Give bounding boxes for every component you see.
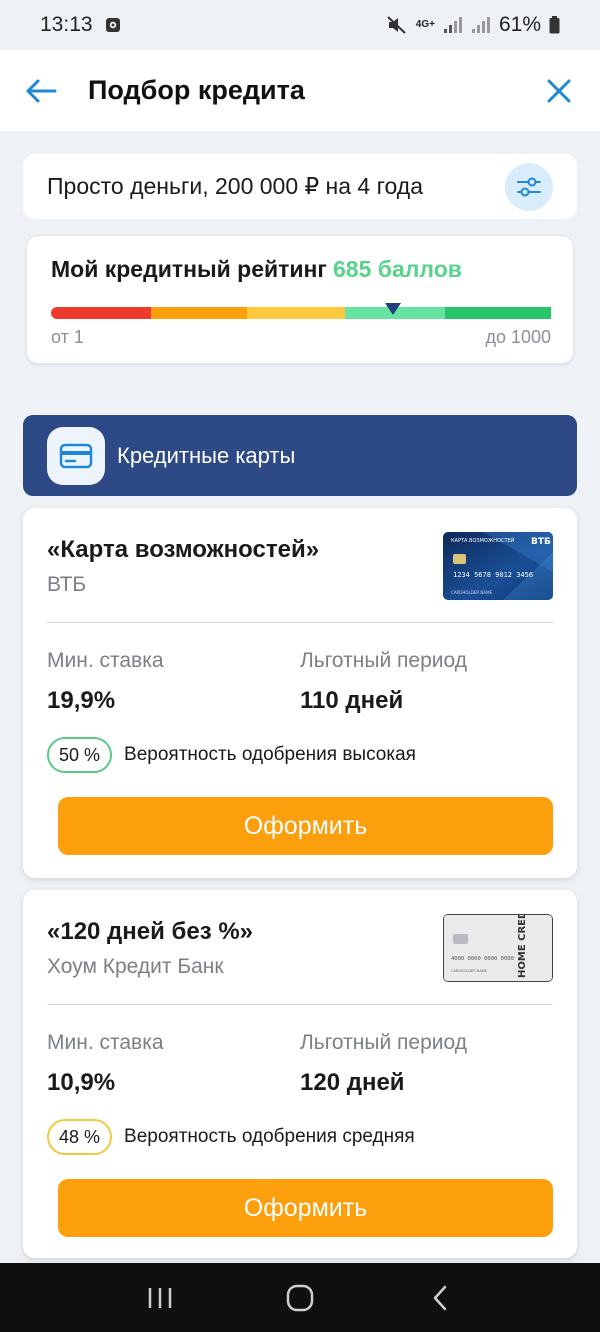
network-type-icon: 4G+	[416, 20, 435, 30]
filter-summary[interactable]: Просто деньги, 200 000 ₽ на 4 года	[23, 154, 577, 219]
approval-probability: 50 % Вероятность одобрения высокая	[47, 735, 553, 775]
min-rate-label: Мин. ставка	[47, 649, 164, 672]
credit-rating-marker-icon	[385, 303, 402, 315]
credit-rating-scale-labels: от 1 до 1000	[51, 327, 551, 348]
category-label: Кредитные карты	[117, 442, 296, 468]
grace-period-stat: Льготный период 110 дней	[300, 649, 553, 735]
credit-rating-title: Мой кредитный рейтинг 685 баллов	[51, 256, 549, 283]
system-navigation-bar	[0, 1263, 600, 1332]
rating-min-label: от 1	[51, 327, 84, 347]
vtb-card-holder: CARDHOLDER NAME	[451, 590, 493, 595]
status-time: 13:13	[40, 13, 93, 36]
category-credit-cards: Кредитные карты	[23, 415, 577, 496]
filter-summary-text: Просто деньги, 200 000 ₽ на 4 года	[47, 173, 423, 199]
arrow-left-icon	[26, 79, 57, 102]
filter-settings-button[interactable]	[505, 162, 553, 211]
vtb-card-image: КАРТА ВОЗМОЖНОСТЕЙ ВТБ 1234 5678 9012 34…	[443, 532, 553, 600]
home-credit-card-image: 4000 0000 0000 0000 CARDHOLDER NAME HOME…	[443, 914, 553, 982]
back-button[interactable]	[24, 74, 58, 108]
offer-card: «120 дней без %» Хоум Кредит Банк 4000 0…	[23, 890, 577, 1258]
home-card-holder: CARDHOLDER NAME	[451, 969, 487, 973]
min-rate-stat: Мин. ставка 19,9%	[47, 649, 300, 735]
approval-text: Вероятность одобрения высокая	[124, 744, 416, 765]
min-rate-stat: Мин. ставка 10,9%	[47, 1031, 300, 1117]
close-icon	[547, 79, 571, 102]
signal-2-icon	[471, 16, 491, 34]
close-button[interactable]	[542, 74, 576, 108]
vtb-card-title: КАРТА ВОЗМОЖНОСТЕЙ	[451, 537, 515, 544]
credit-card-icon	[47, 426, 105, 485]
approval-percent-badge: 48 %	[47, 1119, 113, 1155]
approval-percent-badge: 50 %	[47, 737, 113, 773]
grace-period-value: 110 дней	[300, 687, 404, 714]
app-header: Подбор кредита	[0, 50, 600, 131]
credit-rating-label: Мой кредитный рейтинг	[51, 256, 328, 282]
grace-period-value: 120 дней	[300, 1069, 405, 1096]
rating-max-label: до 1000	[485, 327, 551, 347]
approval-text: Вероятность одобрения средняя	[124, 1126, 415, 1147]
offer-bank: Хоум Кредит Банк	[47, 955, 224, 978]
apply-button[interactable]: Оформить	[58, 1179, 553, 1237]
home-card-number: 4000 0000 0000 0000	[451, 956, 514, 962]
back-nav-button[interactable]	[410, 1273, 470, 1323]
rating-scale-segment	[247, 307, 345, 319]
battery-icon	[549, 16, 560, 34]
page-title: Подбор кредита	[88, 75, 305, 105]
home-button[interactable]	[270, 1273, 330, 1323]
network-type-label: 4G+	[415, 19, 435, 30]
sliders-icon	[517, 177, 541, 196]
offer-name: «Карта возможностей»	[47, 536, 320, 563]
min-rate-label: Мин. ставка	[47, 1031, 164, 1054]
credit-rating-card[interactable]: Мой кредитный рейтинг 685 баллов от 1 до …	[26, 235, 574, 364]
home-card-brand: HOME CREDIT BANK	[517, 914, 528, 978]
vtb-card-brand: ВТБ	[531, 537, 551, 547]
chevron-left-icon	[433, 1285, 447, 1310]
offer-bank: ВТБ	[47, 573, 87, 596]
recent-apps-button[interactable]	[130, 1273, 190, 1323]
signal-icon	[443, 16, 463, 34]
rating-scale-segment	[151, 307, 247, 319]
apply-button[interactable]: Оформить	[58, 797, 553, 855]
home-icon	[286, 1284, 314, 1311]
grace-period-stat: Льготный период 120 дней	[300, 1031, 553, 1117]
battery-percent: 61%	[498, 13, 541, 36]
credit-rating-score: 685 баллов	[333, 256, 462, 282]
recent-apps-icon	[148, 1287, 172, 1308]
grace-period-label: Льготный период	[300, 649, 467, 672]
approval-probability: 48 % Вероятность одобрения средняя	[47, 1117, 553, 1157]
offer-name: «120 дней без %»	[47, 918, 254, 945]
grace-period-label: Льготный период	[300, 1031, 467, 1054]
status-bar: 13:13 4G+ 61%	[0, 0, 600, 50]
credit-rating-scale-bar	[51, 303, 551, 319]
vtb-card-number: 1234 5678 9012 3456	[453, 571, 533, 579]
min-rate-value: 19,9%	[47, 687, 116, 714]
min-rate-value: 10,9%	[47, 1069, 116, 1096]
mute-icon	[386, 15, 408, 35]
offer-card: «Карта возможностей» ВТБ КАРТА ВОЗМОЖНОС…	[23, 508, 577, 878]
screenshot-notification-icon	[105, 17, 121, 33]
rating-scale-segment	[51, 307, 151, 319]
rating-scale-segment	[445, 307, 551, 319]
